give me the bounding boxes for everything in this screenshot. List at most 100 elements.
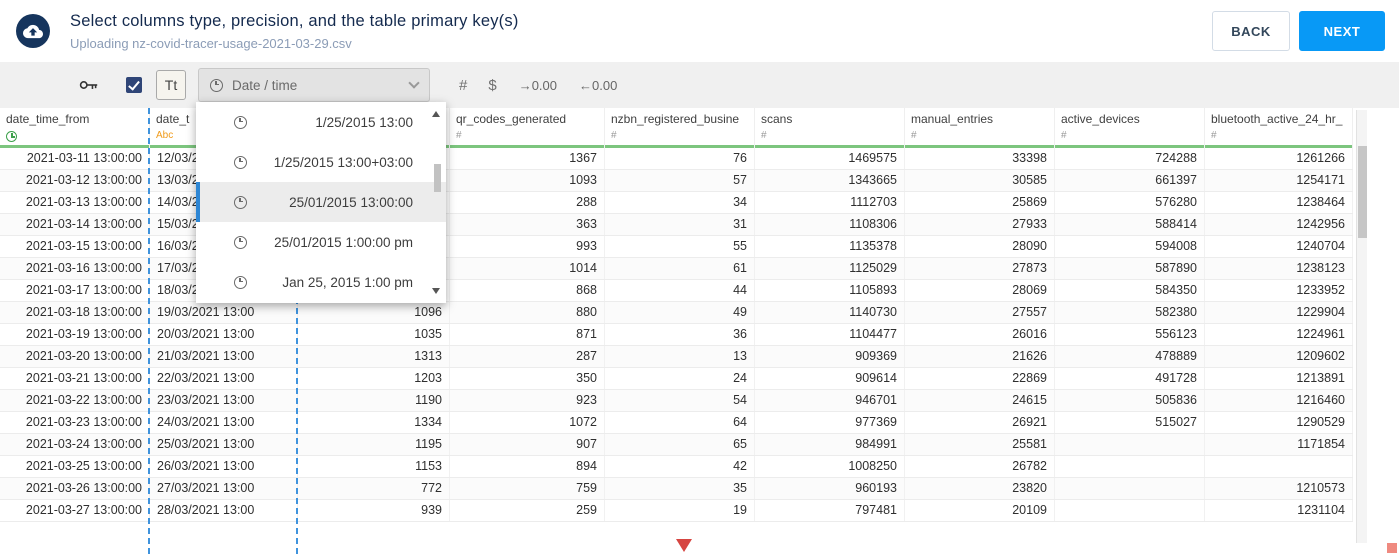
format-option[interactable]: Jan 25, 2015 1:00 pm <box>196 262 446 302</box>
table-cell: 27873 <box>905 258 1055 279</box>
column-header-bluetooth_active_24_hr_[interactable]: bluetooth_active_24_hr_ # <box>1205 108 1353 148</box>
clock-icon <box>234 195 247 209</box>
next-button[interactable]: NEXT <box>1299 11 1385 51</box>
table-cell: 2021-03-21 13:00:00 <box>0 368 150 389</box>
column-quality-bar <box>1205 145 1352 148</box>
table-cell: 1112703 <box>755 192 905 213</box>
format-option[interactable]: 25/01/2015 13:00:00 <box>196 182 446 222</box>
table-cell: 36 <box>605 324 755 345</box>
table-cell: 2021-03-18 13:00:00 <box>0 302 150 323</box>
table-cell <box>1055 456 1205 477</box>
table-cell: 34 <box>605 192 755 213</box>
table-cell: 23/03/2021 13:00 <box>150 390 298 411</box>
table-cell <box>1055 478 1205 499</box>
table-cell: 582380 <box>1055 302 1205 323</box>
table-cell: 27/03/2021 13:00 <box>150 478 298 499</box>
dropdown-scroll-down-arrow[interactable] <box>432 288 440 294</box>
column-header-active_devices[interactable]: active_devices # <box>1055 108 1205 148</box>
column-header-date_time_from[interactable]: date_time_from <box>0 108 150 148</box>
table-row: 2021-03-25 13:00:00 26/03/2021 13:00 1153 8… <box>0 456 1353 478</box>
table-cell: 35 <box>605 478 755 499</box>
number-type-button[interactable]: # <box>459 77 467 94</box>
table-cell: 1195 <box>298 434 450 455</box>
table-cell: 2021-03-16 13:00:00 <box>0 258 150 279</box>
table-cell: 576280 <box>1055 192 1205 213</box>
text-type-button[interactable]: Tt <box>156 70 186 100</box>
table-cell: 350 <box>450 368 605 389</box>
key-glyph <box>79 81 98 89</box>
table-cell: 1209602 <box>1205 346 1353 367</box>
table-cell: 288 <box>450 192 605 213</box>
table-cell: 23820 <box>905 478 1055 499</box>
column-header-manual_entries[interactable]: manual_entries # <box>905 108 1055 148</box>
table-cell: 661397 <box>1055 170 1205 191</box>
column-name: active_devices <box>1061 112 1140 126</box>
table-cell: 44 <box>605 280 755 301</box>
decrease-decimals-button[interactable]: ←0.00 <box>579 78 617 93</box>
table-cell: 868 <box>450 280 605 301</box>
table-cell: 1240704 <box>1205 236 1353 257</box>
column-type-label: # <box>1211 130 1217 141</box>
table-cell: 923 <box>450 390 605 411</box>
format-option[interactable]: 1/25/2015 13:00+03:00 <box>196 142 446 182</box>
dropdown-scrollbar-thumb[interactable] <box>434 164 441 192</box>
table-cell: 2021-03-25 13:00:00 <box>0 456 150 477</box>
table-cell: 2021-03-27 13:00:00 <box>0 500 150 521</box>
table-row: 2021-03-20 13:00:00 21/03/2021 13:00 1313 2… <box>0 346 1353 368</box>
table-cell: 76 <box>605 148 755 169</box>
table-cell: 909369 <box>755 346 905 367</box>
table-cell: 21626 <box>905 346 1055 367</box>
table-cell: 584350 <box>1055 280 1205 301</box>
column-header-qr_codes_generated[interactable]: qr_codes_generated # <box>450 108 605 148</box>
primary-key-icon[interactable] <box>79 78 98 92</box>
table-scrollbar-thumb[interactable] <box>1358 146 1367 238</box>
back-button[interactable]: BACK <box>1212 11 1290 51</box>
column-type-label: # <box>911 130 917 141</box>
table-cell: 49 <box>605 302 755 323</box>
table-cell: 65 <box>605 434 755 455</box>
table-cell: 880 <box>450 302 605 323</box>
increase-decimals-button[interactable]: →0.00 <box>519 78 557 93</box>
dropdown-scroll-up-arrow[interactable] <box>432 111 440 117</box>
column-type-label: # <box>611 130 617 141</box>
format-option-label: 25/01/2015 13:00:00 <box>289 194 413 210</box>
table-cell: 907 <box>450 434 605 455</box>
table-cell: 1190 <box>298 390 450 411</box>
table-cell: 909614 <box>755 368 905 389</box>
table-cell: 588414 <box>1055 214 1205 235</box>
table-cell: 1367 <box>450 148 605 169</box>
column-type-label: # <box>761 130 767 141</box>
table-cell: 1469575 <box>755 148 905 169</box>
table-cell: 977369 <box>755 412 905 433</box>
upload-filename-subtitle: Uploading nz-covid-tracer-usage-2021-03-… <box>70 35 352 51</box>
table-cell: 26921 <box>905 412 1055 433</box>
table-cell: 2021-03-19 13:00:00 <box>0 324 150 345</box>
table-cell: 1014 <box>450 258 605 279</box>
datetime-format-dropdown[interactable]: Date / time <box>198 68 430 102</box>
header-text: Select columns type, precision, and the … <box>70 12 519 51</box>
upload-wizard: Select columns type, precision, and the … <box>0 0 1399 560</box>
column-header-nzbn_registered_busine[interactable]: nzbn_registered_busine # <box>605 108 755 148</box>
table-cell: 724288 <box>1055 148 1205 169</box>
table-cell: 26/03/2021 13:00 <box>150 456 298 477</box>
table-cell: 25581 <box>905 434 1055 455</box>
table-cell: 33398 <box>905 148 1055 169</box>
table-cell: 13 <box>605 346 755 367</box>
format-option[interactable]: 1/25/2015 13:00 <box>196 102 446 142</box>
table-cell: 1171854 <box>1205 434 1353 455</box>
chevron-down-icon <box>408 77 420 89</box>
column-type-label: # <box>456 130 462 141</box>
clock-icon <box>234 155 247 169</box>
table-vertical-scrollbar[interactable] <box>1356 110 1367 543</box>
table-cell: 1224961 <box>1205 324 1353 345</box>
format-option[interactable]: 25/01/2015 1:00:00 pm <box>196 222 446 262</box>
include-column-checkbox[interactable] <box>126 77 142 93</box>
currency-type-button[interactable]: $ <box>488 77 496 94</box>
format-option-label: 25/01/2015 1:00:00 pm <box>274 234 413 250</box>
table-cell: 57 <box>605 170 755 191</box>
column-name: scans <box>761 112 793 126</box>
table-cell: 26016 <box>905 324 1055 345</box>
column-header-scans[interactable]: scans # <box>755 108 905 148</box>
table-cell: 1093 <box>450 170 605 191</box>
table-cell: 1104477 <box>755 324 905 345</box>
